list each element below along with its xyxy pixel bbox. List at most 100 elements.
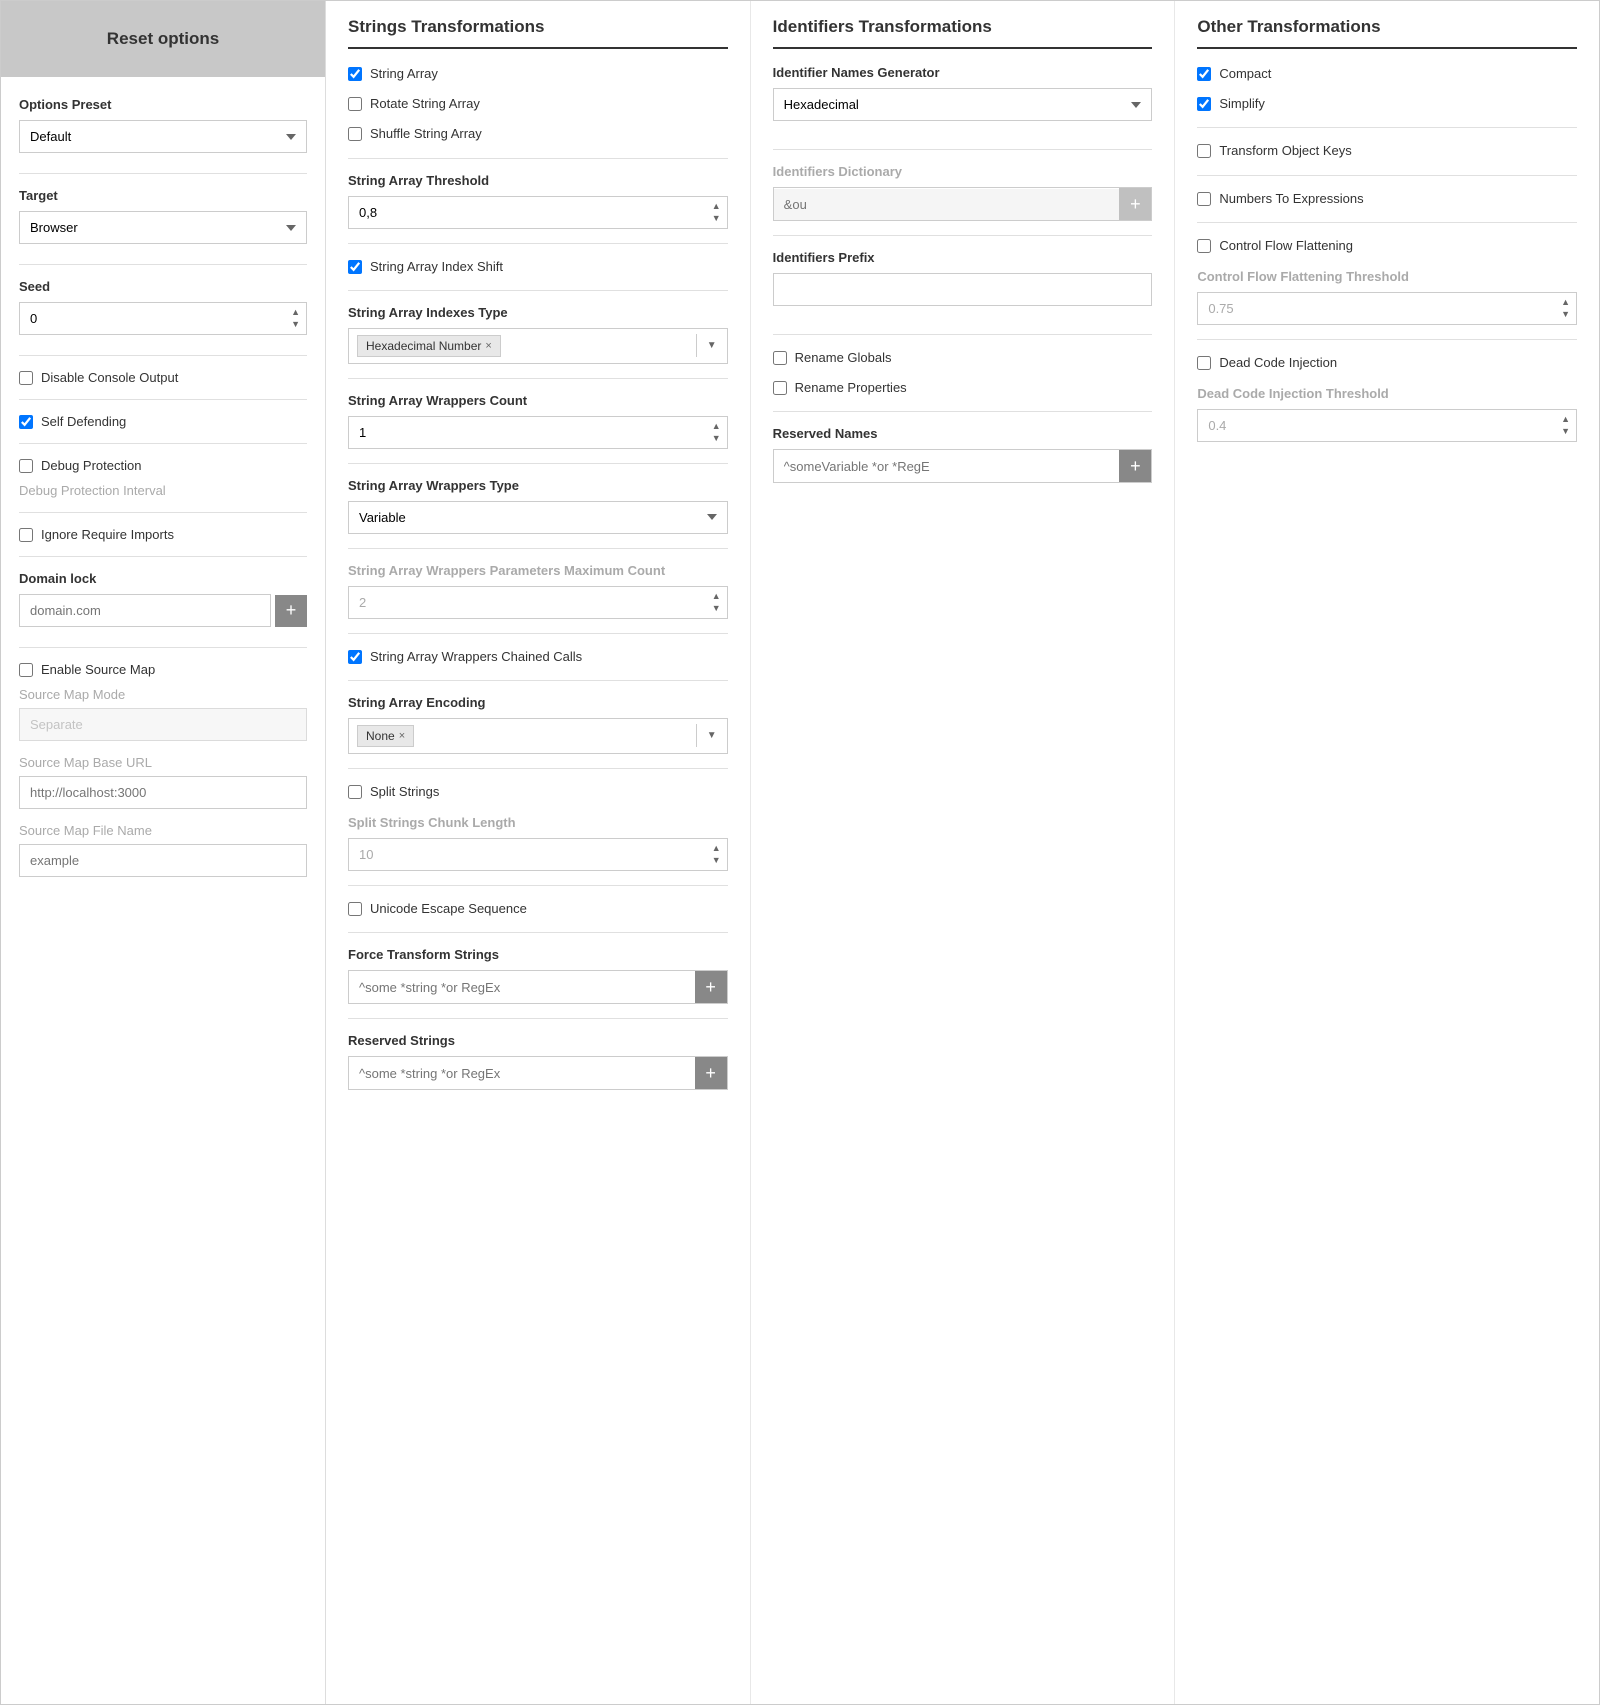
source-map-file-name-input[interactable] xyxy=(19,844,307,877)
string-array-index-shift-label[interactable]: String Array Index Shift xyxy=(370,258,503,276)
shuffle-string-array-checkbox[interactable] xyxy=(348,127,362,141)
source-map-base-url-input[interactable] xyxy=(19,776,307,809)
compact-checkbox[interactable] xyxy=(1197,67,1211,81)
none-tag-close[interactable]: × xyxy=(399,730,405,742)
unicode-escape-label[interactable]: Unicode Escape Sequence xyxy=(370,900,527,918)
source-map-base-url-label: Source Map Base URL xyxy=(19,755,152,770)
identifiers-dictionary-input-row: + xyxy=(773,187,1153,221)
identifiers-dictionary-add-button[interactable]: + xyxy=(1119,188,1151,220)
encoding-arrow[interactable]: ▼ xyxy=(696,724,727,747)
control-flow-threshold-input[interactable] xyxy=(1197,292,1577,325)
debug-protection-label[interactable]: Debug Protection xyxy=(41,458,141,473)
reserved-names-input-row: + xyxy=(773,449,1153,483)
simplify-label[interactable]: Simplify xyxy=(1219,95,1265,113)
dead-code-threshold-down-btn[interactable]: ▼ xyxy=(1558,426,1573,437)
numbers-to-expressions-checkbox[interactable] xyxy=(1197,192,1211,206)
strings-divider-4 xyxy=(348,378,728,379)
threshold-down-btn[interactable]: ▼ xyxy=(709,213,724,224)
self-defending-label[interactable]: Self Defending xyxy=(41,414,126,429)
source-map-mode-select[interactable]: Separate Inline xyxy=(19,708,307,741)
wrappers-params-up-btn[interactable]: ▲ xyxy=(709,591,724,602)
identifiers-divider-3 xyxy=(773,334,1153,335)
strings-divider-11 xyxy=(348,932,728,933)
seed-input[interactable] xyxy=(19,302,307,335)
rename-properties-label[interactable]: Rename Properties xyxy=(795,379,907,397)
rotate-string-array-checkbox[interactable] xyxy=(348,97,362,111)
control-flow-threshold-down-btn[interactable]: ▼ xyxy=(1558,309,1573,320)
simplify-checkbox[interactable] xyxy=(1197,97,1211,111)
string-array-wrappers-type-select[interactable]: Variable Function xyxy=(348,501,728,534)
string-array-encoding-wrapper: None × ▼ xyxy=(348,718,728,754)
split-strings-chunk-label: Split Strings Chunk Length xyxy=(348,815,728,830)
wrappers-chained-label[interactable]: String Array Wrappers Chained Calls xyxy=(370,648,582,666)
wrappers-count-up-btn[interactable]: ▲ xyxy=(709,421,724,432)
hexadecimal-number-tag-close[interactable]: × xyxy=(485,340,491,352)
string-array-checkbox[interactable] xyxy=(348,67,362,81)
chunk-down-btn[interactable]: ▼ xyxy=(709,855,724,866)
wrappers-params-down-btn[interactable]: ▼ xyxy=(709,603,724,614)
hexadecimal-number-tag-text: Hexadecimal Number xyxy=(366,339,481,353)
seed-down-btn[interactable]: ▼ xyxy=(288,319,303,330)
string-array-index-shift-checkbox[interactable] xyxy=(348,260,362,274)
reserved-names-add-button[interactable]: + xyxy=(1119,450,1151,482)
split-strings-checkbox[interactable] xyxy=(348,785,362,799)
identifier-names-generator-select[interactable]: Hexadecimal Dictionary Mangled Mangled S… xyxy=(773,88,1153,121)
self-defending-checkbox[interactable] xyxy=(19,415,33,429)
control-flow-threshold-up-btn[interactable]: ▲ xyxy=(1558,297,1573,308)
threshold-up-btn[interactable]: ▲ xyxy=(709,201,724,212)
seed-label: Seed xyxy=(19,279,307,294)
seed-up-btn[interactable]: ▲ xyxy=(288,307,303,318)
identifiers-dictionary-input[interactable] xyxy=(774,189,1120,220)
divider-4 xyxy=(19,399,307,400)
wrappers-chained-checkbox[interactable] xyxy=(348,650,362,664)
debug-protection-checkbox[interactable] xyxy=(19,459,33,473)
unicode-escape-checkbox[interactable] xyxy=(348,902,362,916)
split-strings-chunk-input[interactable] xyxy=(348,838,728,871)
rename-globals-label[interactable]: Rename Globals xyxy=(795,349,892,367)
enable-source-map-checkbox[interactable] xyxy=(19,663,33,677)
wrappers-params-input[interactable] xyxy=(348,586,728,619)
force-transform-input[interactable] xyxy=(349,972,695,1003)
string-array-threshold-input[interactable] xyxy=(348,196,728,229)
split-strings-label[interactable]: Split Strings xyxy=(370,783,439,801)
reset-options-button[interactable]: Reset options xyxy=(1,1,325,77)
indexes-type-arrow[interactable]: ▼ xyxy=(696,334,727,357)
compact-label[interactable]: Compact xyxy=(1219,65,1271,83)
rename-globals-checkbox[interactable] xyxy=(773,351,787,365)
control-flow-threshold-label: Control Flow Flattening Threshold xyxy=(1197,269,1577,284)
domain-lock-input[interactable] xyxy=(19,594,271,627)
dead-code-injection-checkbox[interactable] xyxy=(1197,356,1211,370)
wrappers-count-input[interactable] xyxy=(348,416,728,449)
other-divider-2 xyxy=(1197,175,1577,176)
dead-code-injection-label[interactable]: Dead Code Injection xyxy=(1219,354,1337,372)
force-transform-add-button[interactable]: + xyxy=(695,971,727,1003)
identifiers-prefix-input[interactable] xyxy=(773,273,1153,306)
control-flow-flattening-label[interactable]: Control Flow Flattening xyxy=(1219,237,1353,255)
source-map-mode-label: Source Map Mode xyxy=(19,687,125,702)
rotate-string-array-label[interactable]: Rotate String Array xyxy=(370,95,480,113)
rename-properties-checkbox[interactable] xyxy=(773,381,787,395)
reserved-strings-add-button[interactable]: + xyxy=(695,1057,727,1089)
dead-code-threshold-up-btn[interactable]: ▲ xyxy=(1558,414,1573,425)
reserved-strings-input[interactable] xyxy=(349,1058,695,1089)
wrappers-count-down-btn[interactable]: ▼ xyxy=(709,433,724,444)
string-array-label[interactable]: String Array xyxy=(370,65,438,83)
reserved-names-input[interactable] xyxy=(774,451,1120,482)
domain-lock-add-button[interactable]: + xyxy=(275,595,307,627)
other-column: Other Transformations Compact Simplify T… xyxy=(1175,1,1599,1704)
ignore-require-checkbox[interactable] xyxy=(19,528,33,542)
control-flow-flattening-checkbox[interactable] xyxy=(1197,239,1211,253)
target-select[interactable]: Browser Browser No Eval Node xyxy=(19,211,307,244)
enable-source-map-label[interactable]: Enable Source Map xyxy=(41,662,155,677)
disable-console-checkbox[interactable] xyxy=(19,371,33,385)
options-preset-select[interactable]: Default Low Obfuscation Medium Obfuscati… xyxy=(19,120,307,153)
ignore-require-label[interactable]: Ignore Require Imports xyxy=(41,527,174,542)
dead-code-threshold-input[interactable] xyxy=(1197,409,1577,442)
numbers-to-expressions-label[interactable]: Numbers To Expressions xyxy=(1219,190,1363,208)
transform-object-keys-checkbox[interactable] xyxy=(1197,144,1211,158)
chunk-up-btn[interactable]: ▲ xyxy=(709,843,724,854)
shuffle-string-array-label[interactable]: Shuffle String Array xyxy=(370,125,482,143)
transform-object-keys-label[interactable]: Transform Object Keys xyxy=(1219,142,1351,160)
disable-console-label[interactable]: Disable Console Output xyxy=(41,370,178,385)
string-array-indexes-type-wrapper: Hexadecimal Number × ▼ xyxy=(348,328,728,364)
